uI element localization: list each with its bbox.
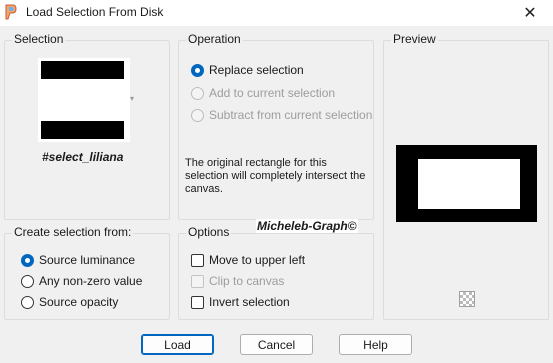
transparency-checker-icon[interactable] bbox=[459, 291, 475, 307]
add-to-selection-radio[interactable]: Add to current selection bbox=[191, 86, 335, 100]
preview-group-label: Preview bbox=[391, 32, 438, 46]
radio-disabled-icon bbox=[191, 86, 204, 100]
dropdown-arrow-icon[interactable]: ▾ bbox=[130, 94, 134, 103]
clip-to-canvas-label: Clip to canvas bbox=[209, 274, 285, 288]
add-to-selection-label: Add to current selection bbox=[209, 86, 336, 100]
watermark-text: Micheleb-Graph© bbox=[256, 219, 358, 233]
intersect-info-text: The original rectangle for this selectio… bbox=[185, 157, 366, 195]
replace-selection-radio[interactable]: Replace selection bbox=[191, 63, 304, 77]
radio-checked-icon bbox=[191, 63, 204, 77]
move-to-upper-left-label: Move to upper left bbox=[209, 253, 306, 267]
selection-thumbnail[interactable] bbox=[38, 58, 130, 142]
subtract-from-selection-label: Subtract from current selection bbox=[209, 108, 373, 122]
title-bar: Load Selection From Disk ✕ bbox=[0, 0, 553, 26]
replace-selection-label: Replace selection bbox=[209, 63, 304, 77]
invert-selection-label: Invert selection bbox=[209, 295, 290, 309]
selection-name: #select_liliana bbox=[42, 150, 124, 164]
any-non-zero-radio[interactable]: Any non-zero value bbox=[21, 274, 142, 288]
radio-checked-icon bbox=[21, 253, 34, 267]
checkbox-disabled-icon bbox=[191, 274, 204, 288]
preview-selection-area bbox=[418, 159, 520, 209]
source-luminance-radio[interactable]: Source luminance bbox=[21, 253, 135, 267]
radio-unchecked-icon bbox=[21, 295, 34, 309]
thumbnail-top-bar bbox=[41, 61, 124, 79]
selection-group-label: Selection bbox=[12, 32, 66, 46]
load-button[interactable]: Load bbox=[141, 334, 214, 355]
create-selection-group-label: Create selection from: bbox=[12, 225, 134, 239]
options-group-label: Options bbox=[186, 225, 232, 239]
preview-image bbox=[396, 145, 537, 222]
subtract-from-selection-radio[interactable]: Subtract from current selection bbox=[191, 108, 372, 122]
thumbnail-bottom-bar bbox=[41, 121, 124, 139]
operation-group-label: Operation bbox=[186, 32, 243, 46]
close-icon: ✕ bbox=[523, 5, 537, 22]
cancel-button[interactable]: Cancel bbox=[240, 334, 313, 355]
source-luminance-label: Source luminance bbox=[39, 253, 136, 267]
app-icon bbox=[5, 4, 17, 20]
help-button[interactable]: Help bbox=[339, 334, 412, 355]
invert-selection-checkbox[interactable]: Invert selection bbox=[191, 295, 290, 309]
close-button[interactable]: ✕ bbox=[507, 0, 553, 26]
checkbox-icon bbox=[191, 253, 204, 267]
radio-disabled-icon bbox=[191, 108, 204, 122]
source-opacity-radio[interactable]: Source opacity bbox=[21, 295, 118, 309]
clip-to-canvas-checkbox[interactable]: Clip to canvas bbox=[191, 274, 284, 288]
checkbox-icon bbox=[191, 295, 204, 309]
source-opacity-label: Source opacity bbox=[39, 295, 119, 309]
radio-unchecked-icon bbox=[21, 274, 34, 288]
window-title: Load Selection From Disk bbox=[26, 5, 164, 19]
move-to-upper-left-checkbox[interactable]: Move to upper left bbox=[191, 253, 305, 267]
any-non-zero-label: Any non-zero value bbox=[39, 274, 143, 288]
